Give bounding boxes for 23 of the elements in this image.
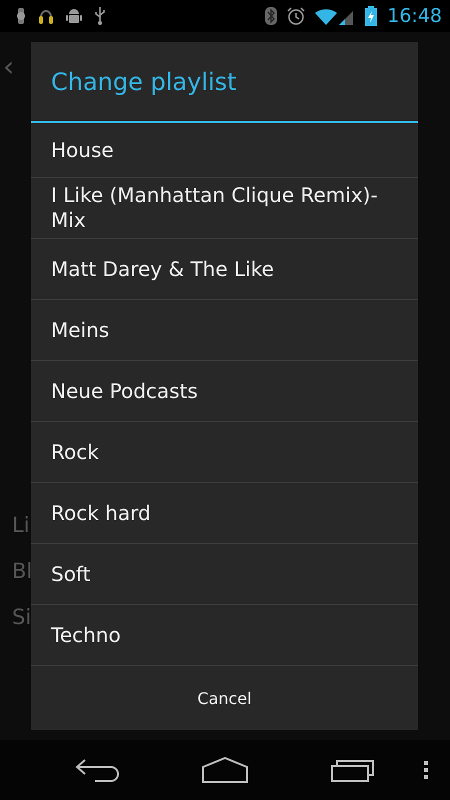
- list-item-text: Si: [12, 604, 32, 630]
- battery-charging-icon: [365, 6, 378, 26]
- wifi-signal-icon: [315, 7, 356, 25]
- playlist-item[interactable]: Matt Darey & The Like: [31, 239, 418, 300]
- home-icon[interactable]: [201, 757, 249, 783]
- playlist-item[interactable]: Neue Podcasts: [31, 361, 418, 422]
- playlist-item[interactable]: Soft: [31, 544, 418, 605]
- back-icon[interactable]: [75, 758, 119, 782]
- list-item-text: Li: [12, 512, 30, 538]
- playlist-item[interactable]: Rock hard: [31, 483, 418, 544]
- playlist-item[interactable]: I Like (Manhattan Clique Remix)-Mix: [31, 178, 418, 239]
- clock-time: 16:48: [387, 5, 442, 27]
- list-item-text: Bl: [12, 558, 32, 584]
- dialog-title: Change playlist: [31, 42, 418, 123]
- alarm-clock-icon: [287, 7, 306, 25]
- recent-apps-icon[interactable]: [331, 758, 375, 782]
- menu-icon[interactable]: [424, 761, 428, 779]
- headphones-icon: [38, 7, 54, 25]
- playlist-item[interactable]: Meins: [31, 300, 418, 361]
- bluetooth-icon: [265, 7, 278, 25]
- playlist-item[interactable]: Rock: [31, 422, 418, 483]
- playlist-item[interactable]: House: [31, 123, 418, 178]
- usb-icon: [94, 7, 106, 25]
